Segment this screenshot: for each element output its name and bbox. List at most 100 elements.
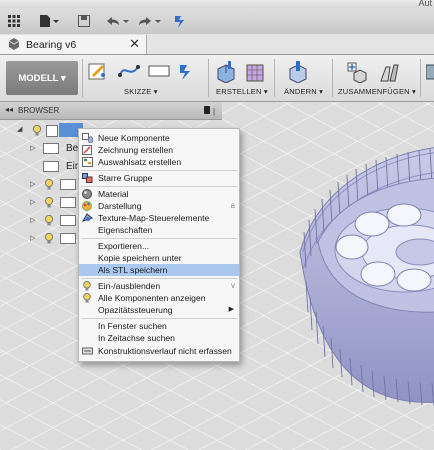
menu-item-find-in-timeline[interactable]: In Zeitachse suchen bbox=[79, 332, 239, 344]
menu-separator bbox=[81, 238, 237, 239]
menu-item-label: Opazitätssteuerung bbox=[98, 305, 173, 315]
menu-item-rigid-group[interactable]: Starre Gruppe bbox=[79, 172, 239, 184]
box-icon[interactable] bbox=[244, 61, 266, 86]
expand-arrow-icon[interactable]: ▷ bbox=[30, 198, 35, 206]
create-group-label[interactable]: ERSTELLEN ▾ bbox=[216, 87, 268, 96]
menu-item-label: Neue Komponente bbox=[98, 133, 170, 143]
line-icon[interactable] bbox=[118, 61, 140, 84]
collapse-browser-icon[interactable]: ◂◂ bbox=[5, 105, 13, 114]
redo-icon[interactable] bbox=[136, 13, 162, 29]
browser-row[interactable]: ▷ bbox=[0, 176, 90, 193]
menu-item-label: Texture-Map-Steuerelemente bbox=[98, 213, 210, 223]
menu-item-label: Ein-/ausblenden bbox=[98, 281, 161, 291]
browser-panel-header[interactable]: ◂◂ BROWSER | bbox=[0, 102, 222, 120]
pin-icon[interactable] bbox=[204, 106, 210, 114]
material-icon bbox=[82, 189, 93, 199]
menu-item-label: Kopie speichern unter bbox=[98, 253, 182, 263]
menu-item-save-copy-as[interactable]: Kopie speichern unter bbox=[79, 252, 239, 264]
menu-shortcut: a bbox=[230, 201, 235, 210]
file-icon[interactable] bbox=[38, 13, 60, 29]
menu-item-label: In Zeitachse suchen bbox=[98, 333, 175, 343]
browser-row[interactable]: Ein bbox=[0, 158, 90, 175]
bulb-icon bbox=[82, 293, 93, 303]
workspace-switcher[interactable]: MODELL ▾ bbox=[6, 61, 78, 95]
menu-item-properties[interactable]: Eigenschaften bbox=[79, 224, 239, 236]
visibility-bulb-icon[interactable] bbox=[44, 232, 54, 244]
fusion-logo-icon[interactable] bbox=[172, 13, 188, 29]
menu-item-material[interactable]: Material bbox=[79, 188, 239, 200]
ribbon-divider bbox=[82, 59, 83, 97]
menu-item-label: Darstellung bbox=[98, 201, 142, 211]
menu-item-label: Als STL speichern bbox=[98, 265, 168, 275]
menu-shortcut: v bbox=[231, 281, 235, 290]
menu-item-show-hide[interactable]: Ein-/ausblenden v bbox=[79, 280, 239, 292]
document-tab-label: Bearing v6 bbox=[26, 39, 77, 51]
window-title: Aut bbox=[418, 0, 432, 8]
collapse-arrow-icon[interactable]: ◢ bbox=[17, 125, 22, 133]
panel-toggle-icon[interactable]: | bbox=[213, 107, 215, 116]
document-icon bbox=[8, 38, 20, 53]
browser-row[interactable]: ▷ bbox=[0, 194, 90, 211]
visibility-bulb-icon[interactable] bbox=[32, 124, 42, 136]
menu-item-label: Material bbox=[98, 189, 129, 199]
menu-item-export[interactable]: Exportieren... bbox=[79, 240, 239, 252]
visibility-bulb-icon[interactable] bbox=[44, 214, 54, 226]
construct-icon[interactable] bbox=[425, 61, 434, 86]
rectangle-icon[interactable] bbox=[148, 61, 170, 84]
ribbon-divider bbox=[208, 59, 209, 97]
menu-item-label: Auswahlsatz erstellen bbox=[98, 157, 182, 167]
assemble-group-label[interactable]: ZUSAMMENFÜGEN ▾ bbox=[338, 87, 416, 96]
expand-arrow-icon[interactable]: ▷ bbox=[30, 234, 35, 242]
document-tab[interactable]: Bearing v6 ✕ bbox=[0, 35, 147, 54]
browser-row[interactable]: ▷ Ber bbox=[0, 140, 90, 157]
history-icon bbox=[82, 346, 93, 356]
apps-grid-icon[interactable] bbox=[6, 13, 22, 29]
ribbon-divider bbox=[274, 59, 275, 97]
close-tab-icon[interactable]: ✕ bbox=[129, 36, 140, 52]
menu-item-find-in-window[interactable]: In Fenster suchen bbox=[79, 320, 239, 332]
menu-item-appearance[interactable]: Darstellung a bbox=[79, 200, 239, 212]
folder-icon bbox=[43, 143, 59, 154]
undo-icon[interactable] bbox=[104, 13, 130, 29]
sketch-group-label[interactable]: SKIZZE ▾ bbox=[124, 87, 158, 96]
quick-access-toolbar bbox=[0, 8, 434, 35]
dimension-icon[interactable] bbox=[178, 61, 198, 84]
menu-item-label: In Fenster suchen bbox=[98, 321, 167, 331]
document-tab-bar: Bearing v6 ✕ bbox=[0, 34, 434, 55]
browser-row[interactable]: ▷ bbox=[0, 230, 90, 247]
appearance-icon bbox=[82, 201, 93, 211]
menu-item-label: Starre Gruppe bbox=[98, 173, 153, 183]
folder-icon bbox=[60, 197, 76, 208]
menu-item-texture-map[interactable]: Texture-Map-Steuerelemente bbox=[79, 212, 239, 224]
menu-item-show-all-components[interactable]: Alle Komponenten anzeigen bbox=[79, 292, 239, 304]
folder-icon bbox=[60, 233, 76, 244]
menu-item-label: Exportieren... bbox=[98, 241, 150, 251]
menu-item-do-not-capture-history[interactable]: Konstruktionsverlauf nicht erfassen bbox=[79, 345, 239, 357]
new-component-icon bbox=[82, 133, 93, 143]
expand-arrow-icon[interactable]: ▷ bbox=[30, 180, 35, 188]
joint-icon[interactable] bbox=[378, 61, 400, 86]
menu-separator bbox=[81, 278, 237, 279]
browser-root-row[interactable]: ◢ bbox=[0, 122, 90, 139]
browser-row[interactable]: ▷ bbox=[0, 212, 90, 229]
browser-title: BROWSER bbox=[18, 106, 60, 115]
menu-item-opacity-control[interactable]: Opazitätssteuerung ▶ bbox=[79, 304, 239, 316]
menu-item-save-as-stl[interactable]: Als STL speichern bbox=[79, 264, 239, 276]
press-pull-icon[interactable] bbox=[288, 61, 308, 86]
create-sketch-icon[interactable] bbox=[88, 61, 108, 84]
visibility-bulb-icon[interactable] bbox=[44, 178, 54, 190]
save-icon[interactable] bbox=[76, 13, 92, 29]
menu-item-label: Konstruktionsverlauf nicht erfassen bbox=[98, 346, 232, 356]
menu-item-create-drawing[interactable]: Zeichnung erstellen bbox=[79, 144, 239, 156]
folder-icon bbox=[60, 179, 76, 190]
expand-arrow-icon[interactable]: ▷ bbox=[30, 144, 35, 152]
visibility-bulb-icon[interactable] bbox=[44, 196, 54, 208]
modify-group-label[interactable]: ÄNDERN ▾ bbox=[284, 87, 323, 96]
expand-arrow-icon[interactable]: ▷ bbox=[30, 216, 35, 224]
menu-item-new-component[interactable]: Neue Komponente bbox=[79, 132, 239, 144]
selection-set-icon bbox=[82, 157, 93, 167]
menu-item-label: Eigenschaften bbox=[98, 225, 153, 235]
extrude-icon[interactable] bbox=[216, 61, 238, 86]
menu-item-create-selection-set[interactable]: Auswahlsatz erstellen bbox=[79, 156, 239, 168]
new-component-ribbon-icon[interactable] bbox=[346, 61, 368, 86]
